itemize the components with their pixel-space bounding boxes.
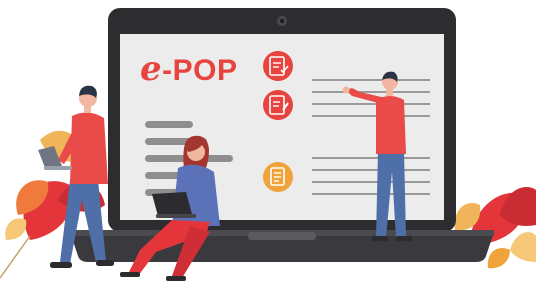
brand-logo: e-POP <box>140 52 238 86</box>
illustration: e-POP <box>0 0 536 298</box>
document-edit-icon <box>263 90 293 120</box>
logo-text: e-POP <box>140 49 238 89</box>
document-list-icon <box>263 162 293 192</box>
laptop-notch <box>248 232 316 240</box>
laptop <box>70 8 494 262</box>
document-check-icon <box>263 51 293 81</box>
